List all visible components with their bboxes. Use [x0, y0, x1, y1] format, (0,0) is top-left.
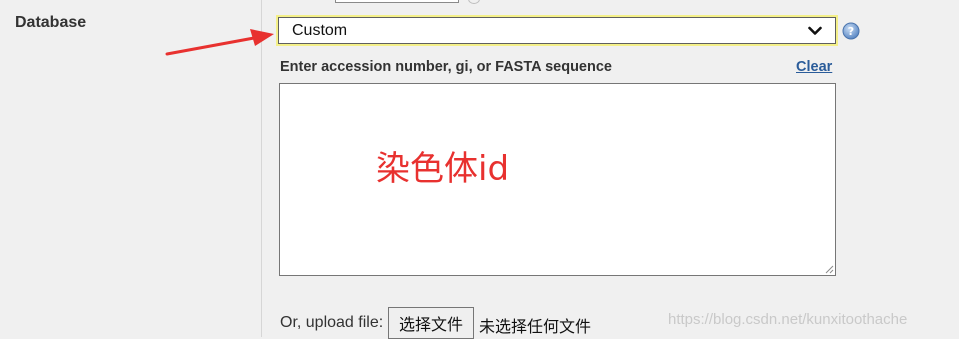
chevron-down-icon — [803, 19, 827, 43]
svg-text:?: ? — [848, 25, 854, 38]
help-icon[interactable]: ? — [842, 22, 860, 40]
sequence-textarea[interactable] — [279, 83, 836, 276]
annotation-text: 染色体id — [376, 149, 510, 189]
database-select[interactable]: Custom — [276, 15, 838, 46]
resize-grip-icon[interactable] — [824, 264, 834, 274]
no-file-text: 未选择任何文件 — [479, 317, 592, 336]
watermark: https://blog.csdn.net/kunxitoothache — [668, 311, 908, 328]
accession-label: Enter accession number, gi, or FASTA seq… — [280, 59, 612, 75]
red-arrow-icon — [160, 26, 280, 60]
database-select-value: Custom — [292, 21, 348, 39]
clear-link[interactable]: Clear — [796, 59, 832, 75]
upload-label: Or, upload file: — [280, 314, 384, 331]
previous-field-stub[interactable] — [335, 0, 459, 3]
choose-file-button[interactable]: 选择文件 — [388, 307, 474, 339]
database-label: Database — [15, 14, 87, 31]
